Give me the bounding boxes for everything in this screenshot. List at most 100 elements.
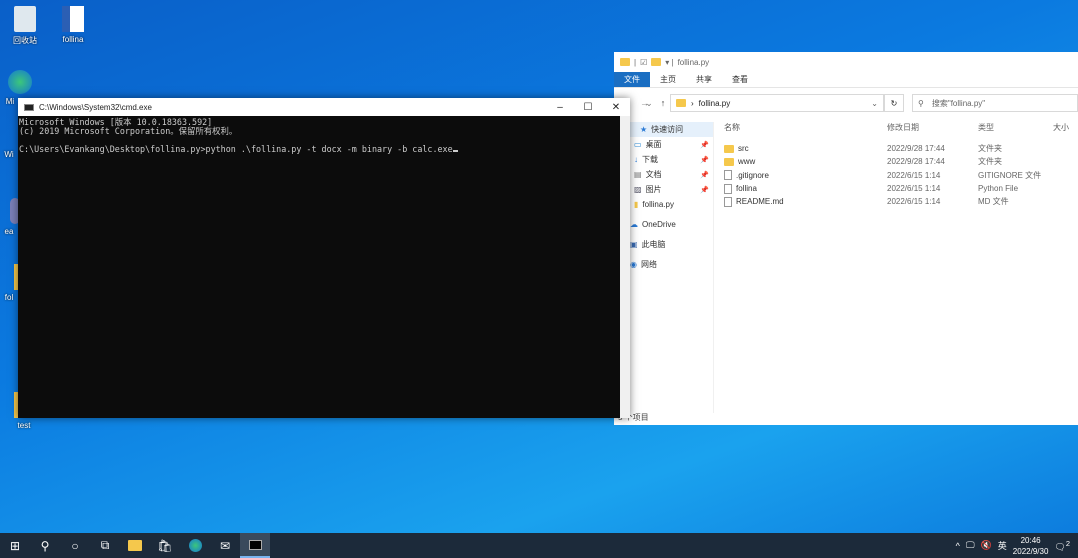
pin-icon: 📌 bbox=[700, 171, 709, 179]
cmd-icon bbox=[24, 103, 34, 111]
desktop-icon-edge[interactable]: Mi bbox=[0, 70, 32, 106]
cortana-button[interactable]: ○ bbox=[60, 533, 90, 558]
nav-icon: ↓ bbox=[634, 155, 638, 164]
pin-icon: 📌 bbox=[700, 141, 709, 149]
cmd-taskbar-icon[interactable] bbox=[240, 533, 270, 558]
label: ea bbox=[4, 227, 14, 236]
cmd-title-bar[interactable]: C:\Windows\System32\cmd.exe – ☐ ✕ bbox=[18, 98, 630, 116]
search-input[interactable]: ⚲ 搜索"follina.py" bbox=[912, 94, 1078, 112]
start-button[interactable]: ⊞ bbox=[0, 533, 30, 558]
desktop-icon-ea[interactable]: ea bbox=[0, 198, 20, 236]
file-icon bbox=[724, 170, 732, 181]
tab-view[interactable]: 查看 bbox=[722, 72, 758, 87]
tab-file[interactable]: 文件 bbox=[614, 72, 650, 87]
close-button[interactable]: ✕ bbox=[602, 102, 630, 113]
file-type: 文件夹 bbox=[978, 157, 1002, 167]
explorer-window[interactable]: | ☑ ▾ | follina.py 文件 主页 共享 查看 → ⌄ ↑ › follina.py… bbox=[614, 52, 1078, 425]
nav-label: 下载 bbox=[642, 155, 658, 164]
ime-indicator[interactable]: 英 bbox=[998, 539, 1007, 552]
file-date: 2022/9/28 17:44 bbox=[887, 157, 945, 167]
folder-icon bbox=[724, 157, 734, 166]
nav-icon: ▮ bbox=[634, 200, 639, 209]
file-type: MD 文件 bbox=[978, 197, 1009, 207]
clock[interactable]: 20:46 2022/9/30 bbox=[1013, 535, 1049, 557]
nav-label: 文档 bbox=[645, 170, 662, 179]
edge-taskbar-icon[interactable] bbox=[180, 533, 210, 558]
label: test bbox=[17, 421, 31, 430]
clock-time: 20:46 bbox=[1020, 535, 1041, 545]
file-row[interactable]: follina 2022/6/15 1:14 Python File bbox=[724, 182, 1078, 195]
file-type: GITIGNORE 文件 bbox=[978, 170, 1042, 180]
store-taskbar-icon[interactable]: 🛍 bbox=[150, 533, 180, 558]
desktop-icon-wi[interactable]: Wi bbox=[0, 150, 18, 159]
ribbon-tabs: 文件 主页 共享 查看 bbox=[614, 72, 1078, 88]
refresh-button[interactable]: ↻ bbox=[884, 94, 904, 112]
file-date: 2022/9/28 17:44 bbox=[887, 144, 945, 154]
address-bar[interactable]: › follina.py ⌄ bbox=[670, 94, 884, 112]
search-placeholder: 搜索"follina.py" bbox=[931, 98, 986, 108]
nav-label: OneDrive bbox=[642, 220, 676, 229]
cmd-console[interactable]: Microsoft Windows [版本 10.0.18363.592] (c)… bbox=[18, 116, 620, 418]
task-view-button[interactable]: ⧉ bbox=[90, 533, 120, 558]
scrollbar[interactable] bbox=[620, 116, 630, 418]
chevron-down-icon[interactable]: ⌄ bbox=[871, 99, 878, 108]
label: fol bbox=[4, 293, 14, 302]
file-name: follina bbox=[736, 184, 757, 194]
file-name: www bbox=[738, 157, 756, 167]
nav-icon: ▤ bbox=[634, 170, 642, 179]
search-icon: ⚲ bbox=[918, 98, 924, 108]
nav-label: 快速访问 bbox=[651, 125, 684, 134]
label: Wi bbox=[4, 150, 14, 159]
nav-label: follina.py bbox=[642, 200, 674, 209]
address-path: follina.py bbox=[698, 98, 731, 108]
mail-taskbar-icon[interactable]: ✉ bbox=[210, 533, 240, 558]
tab-home[interactable]: 主页 bbox=[650, 72, 686, 87]
file-list: 名称 修改日期 类型 大小 src 2022/9/28 17:44 文件夹 www 2022/… bbox=[724, 118, 1078, 208]
file-explorer-taskbar-icon[interactable] bbox=[120, 533, 150, 558]
notification-center-icon[interactable]: 🗨2 bbox=[1054, 539, 1070, 553]
up-button[interactable]: ↑ bbox=[656, 98, 670, 108]
show-hidden-icons[interactable]: ^ bbox=[956, 541, 960, 551]
cmd-window[interactable]: C:\Windows\System32\cmd.exe – ☐ ✕ Microsof… bbox=[18, 98, 630, 418]
file-row[interactable]: src 2022/9/28 17:44 文件夹 bbox=[724, 142, 1078, 155]
desktop-icon-recycle-bin[interactable]: 回收站 bbox=[1, 6, 49, 46]
cursor bbox=[452, 150, 458, 152]
volume-muted-icon[interactable]: 🔇 bbox=[981, 540, 992, 551]
column-type[interactable]: 类型 bbox=[978, 122, 1053, 133]
network-icon[interactable]: 🖵 bbox=[966, 540, 975, 551]
file-row[interactable]: www 2022/9/28 17:44 文件夹 bbox=[724, 155, 1078, 168]
pin-icon: 📌 bbox=[700, 186, 709, 194]
nav-label: 桌面 bbox=[645, 140, 662, 149]
file-icon bbox=[724, 183, 732, 194]
file-date: 2022/6/15 1:14 bbox=[887, 197, 941, 207]
desktop-icon-fol[interactable]: fol bbox=[0, 264, 20, 302]
column-size[interactable]: 大小 bbox=[1053, 122, 1069, 133]
tab-share[interactable]: 共享 bbox=[686, 72, 722, 87]
console-line: (c) 2019 Microsoft Corporation。保留所有权利。 bbox=[19, 126, 238, 136]
column-name[interactable]: 名称 bbox=[724, 122, 887, 133]
nav-label: 网络 bbox=[640, 260, 657, 269]
cmd-title: C:\Windows\System32\cmd.exe bbox=[39, 102, 152, 112]
recent-dropdown[interactable]: ⌄ bbox=[642, 98, 656, 109]
desktop-icon-follina-doc[interactable]: follina bbox=[49, 6, 97, 44]
nav-icon: ◉ bbox=[630, 260, 637, 269]
new-folder-icon[interactable] bbox=[651, 58, 662, 66]
folder-icon bbox=[676, 99, 686, 107]
maximize-button[interactable]: ☐ bbox=[574, 102, 602, 113]
folder-icon bbox=[724, 144, 734, 153]
notification-count: 2 bbox=[1065, 538, 1070, 548]
file-date: 2022/6/15 1:14 bbox=[887, 170, 941, 180]
minimize-button[interactable]: – bbox=[546, 102, 574, 113]
taskbar: ⊞ ⚲ ○ ⧉ 🛍 ✉ ^ 🖵 🔇 英 20:46 2022/9/30 🗨2 bbox=[0, 533, 1078, 558]
file-row[interactable]: README.md 2022/6/15 1:14 MD 文件 bbox=[724, 195, 1078, 208]
explorer-title-bar[interactable]: | ☑ ▾ | follina.py bbox=[614, 52, 1078, 72]
nav-label: 图片 bbox=[645, 185, 662, 194]
search-button[interactable]: ⚲ bbox=[30, 533, 60, 558]
nav-icon: ★ bbox=[640, 125, 648, 134]
properties-icon[interactable]: ☑ bbox=[640, 58, 647, 67]
file-row[interactable]: .gitignore 2022/6/15 1:14 GITIGNORE 文件 bbox=[724, 169, 1078, 182]
file-type: 文件夹 bbox=[978, 144, 1002, 154]
console-line: C:\Users\Evankang\Desktop\follina.py>pyt… bbox=[19, 144, 453, 154]
column-date[interactable]: 修改日期 bbox=[887, 122, 978, 133]
label: Mi bbox=[5, 97, 15, 106]
